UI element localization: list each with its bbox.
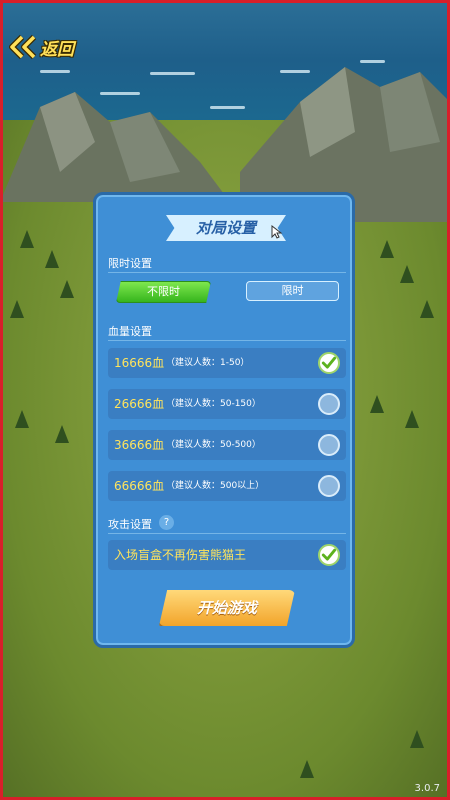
tree [405, 410, 419, 428]
hp-amount: 16666血 [114, 356, 165, 370]
divider [108, 340, 346, 341]
tree [55, 425, 69, 443]
tree [420, 300, 434, 318]
attack-section-label: 攻击设置 [108, 518, 152, 531]
tree [15, 410, 29, 428]
radio-button[interactable] [318, 434, 340, 456]
hp-hint: （建议人数：50-500） [166, 440, 261, 450]
hp-amount: 26666血 [114, 397, 165, 411]
hp-option-66666[interactable]: 66666血 （建议人数：500以上） [108, 471, 346, 501]
time-section-label: 限时设置 [108, 257, 152, 270]
tree [10, 300, 24, 318]
start-game-button[interactable]: 开始游戏 [159, 590, 295, 626]
match-settings-panel: 对局设置 限时设置 不限时 限时 血量设置 16666血 （建议人数：1-50）… [93, 192, 355, 648]
double-chevron-left-icon [9, 34, 37, 60]
limited-time-button[interactable]: 限时 [246, 281, 339, 301]
frame-border [0, 0, 450, 3]
hp-hint: （建议人数：50-150） [166, 399, 261, 409]
hp-amount: 36666血 [114, 438, 165, 452]
checkmark-icon[interactable] [318, 544, 340, 566]
panel-title: 对局设置 [195, 219, 256, 237]
mouse-cursor-icon [271, 225, 283, 239]
back-label: 返回 [40, 39, 74, 60]
panda-king-protection-toggle[interactable]: 入场盲盒不再伤害熊猫王 [108, 540, 346, 570]
tree [410, 730, 424, 748]
hp-amount: 66666血 [114, 479, 165, 493]
divider [108, 272, 346, 273]
radio-button[interactable] [318, 475, 340, 497]
hp-option-36666[interactable]: 36666血 （建议人数：50-500） [108, 430, 346, 460]
hp-hint: （建议人数：1-50） [166, 358, 250, 368]
hp-option-16666[interactable]: 16666血 （建议人数：1-50） [108, 348, 346, 378]
back-button[interactable]: 返回 [8, 34, 74, 60]
help-icon[interactable]: ? [159, 515, 174, 530]
tree [45, 250, 59, 268]
tree [400, 265, 414, 283]
tree [20, 230, 34, 248]
toggle-label: 入场盲盒不再伤害熊猫王 [114, 548, 247, 562]
tree [380, 240, 394, 258]
radio-button[interactable] [318, 393, 340, 415]
tree [60, 280, 74, 298]
tree [300, 760, 314, 778]
checkmark-icon[interactable] [318, 352, 340, 374]
version-label: 3.0.7 [414, 783, 440, 794]
hp-section-label: 血量设置 [108, 325, 152, 338]
unlimited-time-button[interactable]: 不限时 [116, 281, 211, 303]
divider [108, 533, 346, 534]
hp-hint: （建议人数：500以上） [166, 481, 265, 491]
frame-border [0, 0, 3, 800]
hp-option-26666[interactable]: 26666血 （建议人数：50-150） [108, 389, 346, 419]
tree [370, 395, 384, 413]
